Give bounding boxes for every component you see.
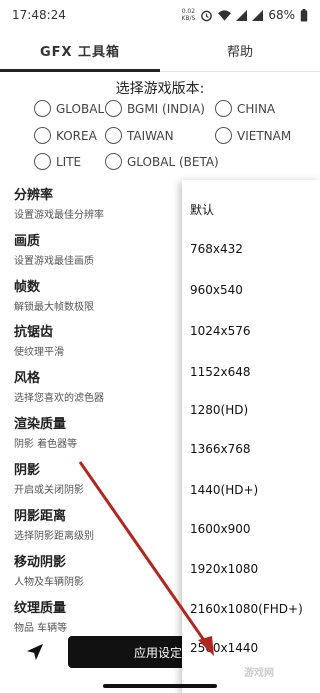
setting-title: 抗锯齿 bbox=[14, 325, 54, 340]
dropdown-option[interactable]: 1280(HD) bbox=[190, 403, 248, 417]
radio-global-beta[interactable]: GLOBAL (BETA) bbox=[105, 153, 219, 170]
setting-fps[interactable]: 帧数 解锁最大帧数极限 bbox=[14, 276, 94, 313]
dropdown-option[interactable]: 1920x1080 bbox=[190, 562, 258, 576]
tab-label: 帮助 bbox=[226, 45, 253, 60]
tab-label: GFX 工具箱 bbox=[39, 45, 121, 60]
radio-lite[interactable]: LITE bbox=[34, 153, 81, 170]
radio-label: VIETNAM bbox=[237, 128, 292, 143]
battery-icon bbox=[300, 8, 308, 22]
tab-help[interactable]: 帮助 bbox=[160, 30, 320, 71]
signal-icon bbox=[236, 9, 248, 21]
alarm-icon bbox=[201, 10, 213, 21]
send-icon[interactable] bbox=[26, 643, 44, 661]
radio-korea[interactable]: KOREA bbox=[34, 127, 97, 144]
setting-title: 帧数 bbox=[14, 280, 41, 295]
signal-icon bbox=[252, 9, 264, 21]
apply-settings-button[interactable]: 应用设定 bbox=[68, 636, 198, 668]
network-speed-value: 0.02 bbox=[181, 8, 196, 15]
radio-circle[interactable] bbox=[34, 127, 51, 144]
radio-label: BGMI (INDIA) bbox=[127, 101, 205, 116]
radio-circle[interactable] bbox=[34, 153, 51, 170]
setting-subtitle: 人物及车辆阴影 bbox=[14, 577, 84, 588]
setting-subtitle: 选择您喜欢的滤色器 bbox=[14, 393, 104, 404]
radio-label: LITE bbox=[56, 154, 82, 169]
radio-bgmi-india[interactable]: BGMI (INDIA) bbox=[105, 100, 205, 117]
version-title: 选择游戏版本: bbox=[115, 81, 205, 97]
network-speed-unit: KB/S bbox=[181, 15, 196, 22]
tab-bar: GFX 工具箱 帮助 bbox=[0, 30, 320, 72]
setting-shadow[interactable]: 阴影 开启或关闭阴影 bbox=[14, 459, 84, 496]
dropdown-option[interactable]: 1024x576 bbox=[190, 324, 251, 338]
dropdown-option[interactable]: 1152x648 bbox=[190, 365, 251, 379]
setting-title: 纹理质量 bbox=[14, 601, 67, 616]
setting-title: 风格 bbox=[14, 371, 41, 386]
apply-settings-label: 应用设定 bbox=[134, 645, 183, 660]
radio-circle[interactable] bbox=[34, 100, 51, 117]
setting-style[interactable]: 风格 选择您喜欢的滤色器 bbox=[14, 367, 104, 404]
battery-percent: 68% bbox=[268, 8, 295, 22]
radio-vietnam[interactable]: VIETNAM bbox=[215, 127, 291, 144]
setting-subtitle: 阴影 着色器等 bbox=[14, 439, 78, 450]
setting-texture-quality[interactable]: 纹理质量 物品 车辆等 bbox=[14, 597, 67, 634]
dropdown-option[interactable]: 1600x900 bbox=[190, 522, 251, 536]
tab-gfx-toolbox[interactable]: GFX 工具箱 bbox=[0, 30, 160, 72]
dropdown-option[interactable]: 2560x1440 bbox=[190, 641, 258, 655]
dropdown-option[interactable]: 768x432 bbox=[190, 242, 243, 256]
dropdown-option[interactable]: 2160x1080(FHD+) bbox=[190, 602, 303, 616]
radio-label: GLOBAL bbox=[56, 101, 105, 116]
radio-global[interactable]: GLOBAL bbox=[34, 100, 104, 117]
radio-china[interactable]: CHINA bbox=[215, 100, 275, 117]
setting-subtitle: 设置游戏最佳分辨率 bbox=[14, 210, 104, 221]
radio-label: KOREA bbox=[56, 128, 97, 143]
radio-circle[interactable] bbox=[215, 127, 232, 144]
radio-circle[interactable] bbox=[105, 153, 122, 170]
setting-subtitle: 选择阴影距离级别 bbox=[14, 531, 94, 542]
dropdown-option[interactable]: 1440(HD+) bbox=[190, 483, 258, 497]
network-speed: 0.02 KB/S bbox=[181, 8, 195, 22]
setting-subtitle: 物品 车辆等 bbox=[14, 623, 68, 634]
radio-circle[interactable] bbox=[215, 100, 232, 117]
setting-title: 画质 bbox=[14, 234, 41, 249]
radio-circle[interactable] bbox=[105, 127, 122, 144]
radio-label: TAIWAN bbox=[127, 128, 174, 143]
setting-title: 阴影距离 bbox=[14, 509, 67, 524]
setting-shadow-distance[interactable]: 阴影距离 选择阴影距离级别 bbox=[14, 505, 94, 542]
radio-taiwan[interactable]: TAIWAN bbox=[105, 127, 174, 144]
dropdown-option[interactable]: 默认 bbox=[190, 201, 214, 218]
resolution-dropdown-menu: 默认 768x432 960x540 1024x576 1152x648 128… bbox=[182, 180, 320, 693]
setting-graphics[interactable]: 画质 设置游戏最佳画质 bbox=[14, 230, 94, 267]
status-bar: 17:48:24 0.02 KB/S 68% bbox=[0, 0, 320, 30]
radio-label: CHINA bbox=[237, 101, 276, 116]
radio-circle[interactable] bbox=[105, 100, 122, 117]
gesture-navigation-bar[interactable] bbox=[103, 684, 217, 688]
setting-title: 分辨率 bbox=[14, 188, 54, 203]
setting-title: 渲染质量 bbox=[14, 417, 67, 432]
dropdown-option[interactable]: 960x540 bbox=[190, 283, 243, 297]
setting-antialiasing[interactable]: 抗锯齿 使纹理平滑 bbox=[14, 321, 64, 358]
setting-title: 移动阴影 bbox=[14, 555, 67, 570]
setting-render-quality[interactable]: 渲染质量 阴影 着色器等 bbox=[14, 413, 77, 450]
status-time: 17:48:24 bbox=[12, 8, 66, 22]
setting-title: 阴影 bbox=[14, 463, 41, 478]
setting-subtitle: 使纹理平滑 bbox=[14, 347, 64, 358]
setting-resolution[interactable]: 分辨率 设置游戏最佳分辨率 bbox=[14, 184, 104, 221]
watermark: 游戏网 bbox=[244, 668, 274, 679]
dropdown-option[interactable]: 1366x768 bbox=[190, 442, 251, 456]
setting-subtitle: 解锁最大帧数极限 bbox=[14, 302, 94, 313]
wifi-icon bbox=[218, 10, 232, 21]
setting-subtitle: 设置游戏最佳画质 bbox=[14, 256, 94, 267]
radio-label: GLOBAL (BETA) bbox=[127, 154, 219, 169]
setting-subtitle: 开启或关闭阴影 bbox=[14, 485, 84, 496]
setting-moving-shadow[interactable]: 移动阴影 人物及车辆阴影 bbox=[14, 551, 84, 588]
